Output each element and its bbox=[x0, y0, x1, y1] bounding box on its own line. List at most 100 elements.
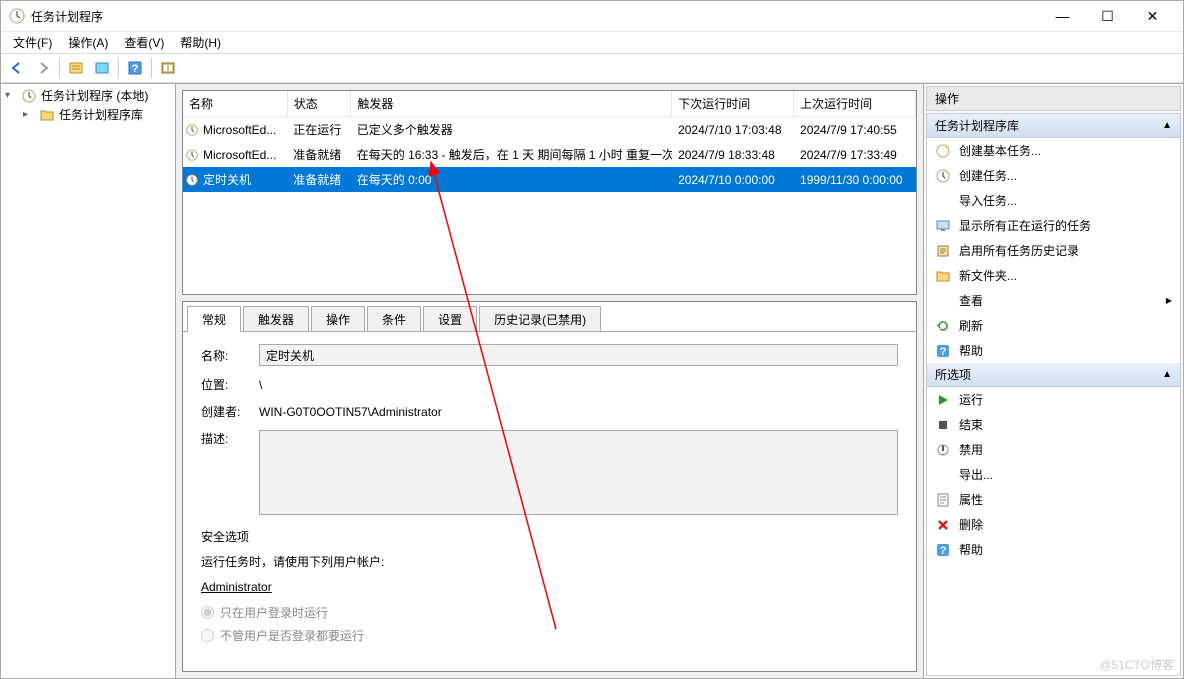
back-button[interactable] bbox=[5, 56, 29, 80]
task-row[interactable]: MicrosoftEd... 正在运行 已定义多个触发器 2024/7/10 1… bbox=[183, 117, 916, 142]
window-title: 任务计划程序 bbox=[31, 8, 1040, 25]
action-properties[interactable]: 属性 bbox=[927, 487, 1180, 512]
toolbar-action2-icon[interactable] bbox=[90, 56, 114, 80]
radio-logged-on-label: 只在用户登录时运行 bbox=[220, 604, 328, 621]
detail-panel: 常规 触发器 操作 条件 设置 历史记录(已禁用) 名称: 位置: \ bbox=[182, 301, 917, 672]
maximize-button[interactable]: ☐ bbox=[1085, 2, 1130, 30]
stop-icon bbox=[935, 417, 951, 433]
action-label: 新文件夹... bbox=[959, 267, 1017, 284]
menu-file[interactable]: 文件(F) bbox=[5, 32, 60, 53]
actions-section-library: 任务计划程序库 ▲ 创建基本任务... 创建任务... 导入任务... bbox=[927, 114, 1180, 363]
task-trigger: 已定义多个触发器 bbox=[351, 119, 672, 140]
chevron-right-icon[interactable]: ▸ bbox=[23, 109, 35, 120]
toolbar-help-icon[interactable]: ? bbox=[123, 56, 147, 80]
tab-triggers[interactable]: 触发器 bbox=[243, 306, 309, 332]
tree-library[interactable]: ▸ 任务计划程序库 bbox=[3, 105, 173, 124]
delete-icon bbox=[935, 517, 951, 533]
action-delete[interactable]: 删除 bbox=[927, 512, 1180, 537]
tree-pane: ▾ 任务计划程序 (本地) ▸ 任务计划程序库 bbox=[1, 84, 176, 678]
clock-icon bbox=[185, 123, 199, 137]
description-field[interactable] bbox=[259, 430, 898, 515]
close-button[interactable]: ✕ bbox=[1130, 2, 1175, 30]
tab-content-general: 名称: 位置: \ 创建者: WIN-G0T0OOTIN57\Administr… bbox=[183, 331, 916, 671]
actions-section-selected-title: 所选项 bbox=[935, 366, 971, 383]
menu-operation[interactable]: 操作(A) bbox=[60, 32, 116, 53]
actions-section-selected: 所选项 ▲ 运行 结束 禁用 bbox=[927, 363, 1180, 562]
svg-text:?: ? bbox=[940, 346, 947, 358]
header-status[interactable]: 状态 bbox=[288, 91, 352, 116]
toolbar-action3-icon[interactable] bbox=[156, 56, 180, 80]
header-nextrun[interactable]: 下次运行时间 bbox=[672, 91, 794, 116]
task-nextrun: 2024/7/10 0:00:00 bbox=[672, 171, 794, 189]
folder-icon bbox=[935, 268, 951, 284]
wizard-icon bbox=[935, 143, 951, 159]
tree-root[interactable]: ▾ 任务计划程序 (本地) bbox=[3, 86, 173, 105]
task-status: 准备就绪 bbox=[287, 169, 351, 190]
task-row[interactable]: MicrosoftEd... 准备就绪 在每天的 16:33 - 触发后，在 1… bbox=[183, 142, 916, 167]
action-label: 刷新 bbox=[959, 317, 983, 334]
action-import-task[interactable]: 导入任务... bbox=[927, 188, 1180, 213]
tab-actions[interactable]: 操作 bbox=[311, 306, 365, 332]
actions-body: 任务计划程序库 ▲ 创建基本任务... 创建任务... 导入任务... bbox=[926, 113, 1181, 676]
action-help-2[interactable]: ? 帮助 bbox=[927, 537, 1180, 562]
menu-view[interactable]: 查看(V) bbox=[116, 32, 172, 53]
action-export[interactable]: 导出... bbox=[927, 462, 1180, 487]
forward-button[interactable] bbox=[31, 56, 55, 80]
action-label: 帮助 bbox=[959, 541, 983, 558]
task-nextrun: 2024/7/9 18:33:48 bbox=[672, 146, 794, 164]
task-status: 正在运行 bbox=[287, 119, 351, 140]
toolbar-action1-icon[interactable] bbox=[64, 56, 88, 80]
action-run[interactable]: 运行 bbox=[927, 387, 1180, 412]
tab-history[interactable]: 历史记录(已禁用) bbox=[479, 306, 601, 332]
action-new-folder[interactable]: 新文件夹... bbox=[927, 263, 1180, 288]
action-show-running[interactable]: 显示所有正在运行的任务 bbox=[927, 213, 1180, 238]
action-refresh[interactable]: 刷新 bbox=[927, 313, 1180, 338]
action-label: 创建基本任务... bbox=[959, 142, 1041, 159]
action-label: 属性 bbox=[959, 491, 983, 508]
author-value: WIN-G0T0OOTIN57\Administrator bbox=[259, 405, 898, 419]
action-help[interactable]: ? 帮助 bbox=[927, 338, 1180, 363]
clock-icon bbox=[9, 8, 25, 24]
actions-pane: 操作 任务计划程序库 ▲ 创建基本任务... 创建任务... bbox=[923, 84, 1183, 678]
actions-section-library-header[interactable]: 任务计划程序库 ▲ bbox=[927, 114, 1180, 138]
tab-general[interactable]: 常规 bbox=[187, 306, 241, 332]
action-label: 帮助 bbox=[959, 342, 983, 359]
header-name[interactable]: 名称 bbox=[183, 91, 288, 116]
export-icon bbox=[935, 467, 951, 483]
display-icon bbox=[935, 218, 951, 234]
svg-text:?: ? bbox=[132, 63, 139, 75]
disable-icon bbox=[935, 442, 951, 458]
chevron-down-icon[interactable]: ▾ bbox=[5, 90, 17, 101]
header-trigger[interactable]: 触发器 bbox=[351, 91, 672, 116]
header-lastrun[interactable]: 上次运行时间 bbox=[794, 91, 916, 116]
task-list-body: MicrosoftEd... 正在运行 已定义多个触发器 2024/7/10 1… bbox=[183, 117, 916, 294]
action-disable[interactable]: 禁用 bbox=[927, 437, 1180, 462]
action-enable-history[interactable]: 启用所有任务历史记录 bbox=[927, 238, 1180, 263]
action-label: 导入任务... bbox=[959, 192, 1017, 209]
task-trigger: 在每天的 16:33 - 触发后，在 1 天 期间每隔 1 小时 重复一次。 bbox=[351, 144, 672, 165]
task-trigger: 在每天的 0:00 bbox=[351, 169, 672, 190]
toolbar: ? bbox=[1, 53, 1183, 83]
security-title: 安全选项 bbox=[201, 528, 898, 545]
action-create-task[interactable]: 创建任务... bbox=[927, 163, 1180, 188]
action-create-basic-task[interactable]: 创建基本任务... bbox=[927, 138, 1180, 163]
security-section: 安全选项 运行任务时，请使用下列用户帐户: Administrator 只在用户… bbox=[201, 528, 898, 644]
actions-section-selected-header[interactable]: 所选项 ▲ bbox=[927, 363, 1180, 387]
minimize-button[interactable]: — bbox=[1040, 2, 1085, 30]
name-field[interactable] bbox=[259, 344, 898, 366]
action-label: 显示所有正在运行的任务 bbox=[959, 217, 1091, 234]
tab-settings[interactable]: 设置 bbox=[423, 306, 477, 332]
action-view[interactable]: 查看 bbox=[927, 288, 1180, 313]
tab-conditions[interactable]: 条件 bbox=[367, 306, 421, 332]
task-status: 准备就绪 bbox=[287, 144, 351, 165]
watermark: @51CTO博客 bbox=[1099, 656, 1174, 673]
action-end[interactable]: 结束 bbox=[927, 412, 1180, 437]
clock-icon bbox=[935, 168, 951, 184]
menubar: 文件(F) 操作(A) 查看(V) 帮助(H) bbox=[1, 31, 1183, 53]
clock-icon bbox=[185, 148, 199, 162]
task-name: MicrosoftEd... bbox=[203, 123, 276, 137]
task-name: 定时关机 bbox=[203, 171, 251, 188]
menu-help[interactable]: 帮助(H) bbox=[172, 32, 229, 53]
task-row-selected[interactable]: 定时关机 准备就绪 在每天的 0:00 2024/7/10 0:00:00 19… bbox=[183, 167, 916, 192]
action-label: 导出... bbox=[959, 466, 993, 483]
